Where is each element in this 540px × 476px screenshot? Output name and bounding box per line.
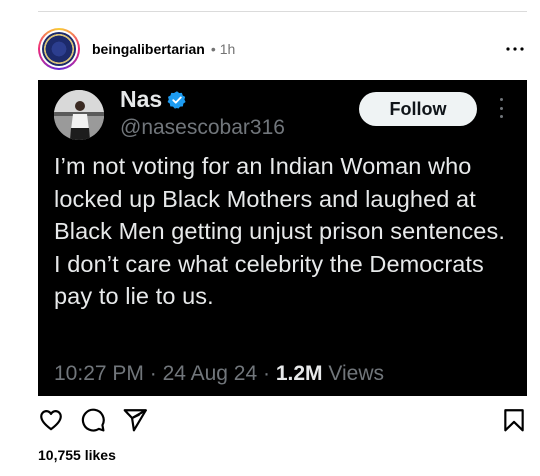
more-horizontal-icon [506,47,524,51]
verified-badge-icon [167,90,186,109]
post-username[interactable]: beingalibertarian [92,41,205,57]
post-header: beingalibertarian • 1h [38,28,527,70]
follow-button: Follow [359,92,477,126]
heart-icon[interactable] [38,407,64,433]
avatar-image [42,32,76,66]
instagram-post: beingalibertarian • 1h Nas @nasescobar31… [0,0,540,476]
likes-label: likes [84,447,116,463]
likes-count: 10,755 [38,447,81,463]
tweet-meta: 10:27 PM · 24 Aug 24 · 1.2M Views [54,362,384,386]
more-options-button[interactable] [503,37,527,61]
tweet-screenshot: Nas @nasescobar316 Follow I’m not voting… [38,80,527,396]
tweet-meta-separator-2: · [263,362,271,385]
share-icon[interactable] [122,407,148,433]
tweet-author-name: Nas [120,86,163,112]
bookmark-icon[interactable] [501,407,527,433]
avatar-frame [40,30,78,68]
header-separator: • [210,41,216,57]
post-time[interactable]: 1h [220,41,236,57]
likes-count-row[interactable]: 10,755 likes [38,447,116,463]
tweet-text: I’m not voting for an Indian Woman who l… [54,153,505,309]
comment-icon[interactable] [80,407,106,433]
tweet-more-icon [494,96,508,120]
tweet-meta-separator: · [149,362,157,385]
tweet-date: 24 Aug 24 [162,362,258,385]
tweet-name-row: Nas [120,86,187,113]
post-actions [38,407,527,433]
tweet-time: 10:27 PM [54,362,144,385]
tweet-views-count: 1.2M [275,362,323,385]
tweet-handle: @nasescobar316 [120,116,285,139]
tweet-avatar [54,90,104,140]
top-divider [38,11,527,12]
person-photo-icon [54,90,104,140]
avatar[interactable] [38,28,80,70]
tweet-views-label: Views [328,362,385,385]
